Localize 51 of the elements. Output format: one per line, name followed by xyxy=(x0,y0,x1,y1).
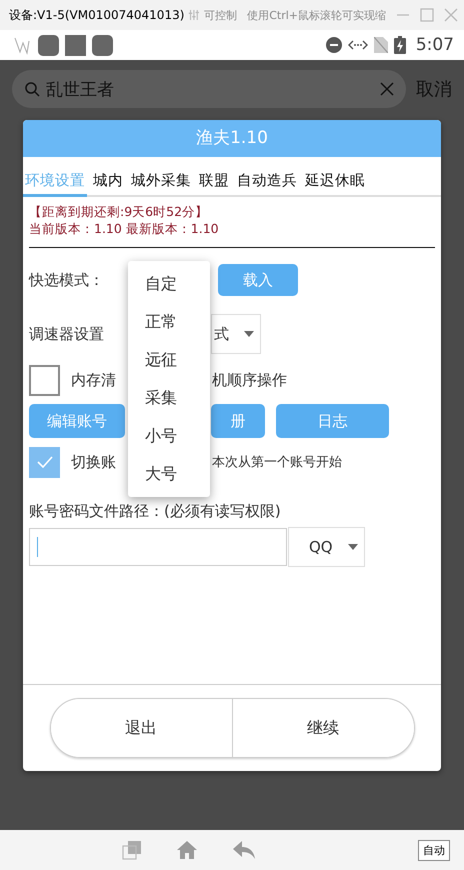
checkmark-icon xyxy=(36,456,52,468)
clear-icon[interactable] xyxy=(380,82,394,96)
notification-icon xyxy=(92,34,113,56)
tab[interactable]: 自动造兵 xyxy=(235,171,299,197)
checkbox-label: 切换账 xyxy=(71,452,117,472)
tab[interactable]: 城外采集 xyxy=(129,171,193,197)
footer-button[interactable]: 继续 xyxy=(232,699,414,757)
dropdown-option[interactable]: 自定 xyxy=(128,265,210,303)
expiry-text: 【距离到期还剩:9天6时52分】 xyxy=(29,203,210,220)
dropdown-option[interactable]: 远征 xyxy=(128,341,210,379)
hint-text: 使用Ctrl+鼠标滚轮可实现缩 xyxy=(247,8,386,22)
no-sim-icon xyxy=(374,37,388,53)
governor-dropdown[interactable]: 式 xyxy=(211,314,261,354)
search-icon xyxy=(24,81,40,97)
account-type-dropdown[interactable]: QQ xyxy=(288,527,365,567)
path-input-field[interactable] xyxy=(29,528,287,566)
governor-label: 调速器设置 xyxy=(29,324,105,344)
tab[interactable]: 联盟 xyxy=(197,171,231,197)
maximize-icon[interactable] xyxy=(420,8,434,22)
tab[interactable]: 城内 xyxy=(91,171,125,197)
app-icon xyxy=(12,35,32,55)
data-transfer-icon xyxy=(348,39,368,51)
version-text: 当前版本：1.10 最新版本：1.10 xyxy=(29,220,220,237)
battery-icon xyxy=(394,36,406,54)
dropdown-option[interactable]: 大号 xyxy=(128,455,210,493)
clock-time: 5:07 xyxy=(416,35,454,55)
recent-apps-icon[interactable] xyxy=(122,840,142,860)
notification-icon xyxy=(65,34,86,56)
window-title: 设备:V1-5(VM010074041013) xyxy=(9,6,184,24)
dropdown-option[interactable]: 正常 xyxy=(128,303,210,341)
checkbox[interactable] xyxy=(29,364,60,396)
close-icon[interactable] xyxy=(444,8,458,22)
tab[interactable]: 延迟休眠 xyxy=(303,171,367,197)
path-label: 账号密码文件路径：(必须有读写权限) xyxy=(29,502,282,521)
quick-mode-label: 快选模式： xyxy=(29,270,105,290)
dropdown-option[interactable]: 小号 xyxy=(128,417,210,455)
home-icon[interactable] xyxy=(176,840,198,860)
checkbox[interactable] xyxy=(29,446,60,478)
notification-icon xyxy=(38,34,59,56)
sliders-icon[interactable] xyxy=(188,8,200,22)
do-not-disturb-icon xyxy=(326,37,342,53)
auto-button[interactable]: 自动 xyxy=(418,840,450,860)
checkbox-label: 机顺序操作 xyxy=(212,370,287,390)
caret-icon xyxy=(348,544,358,550)
back-icon[interactable] xyxy=(232,840,256,860)
checkbox-label: 本次从第一个账号开始 xyxy=(212,454,342,471)
dropdown-option[interactable]: 采集 xyxy=(128,379,210,417)
dialog-title: 渔夫1.10 xyxy=(23,120,441,157)
caret-icon xyxy=(244,331,254,337)
footer-button[interactable]: 退出 xyxy=(50,699,232,757)
checkbox-label: 内存清 xyxy=(71,370,117,390)
